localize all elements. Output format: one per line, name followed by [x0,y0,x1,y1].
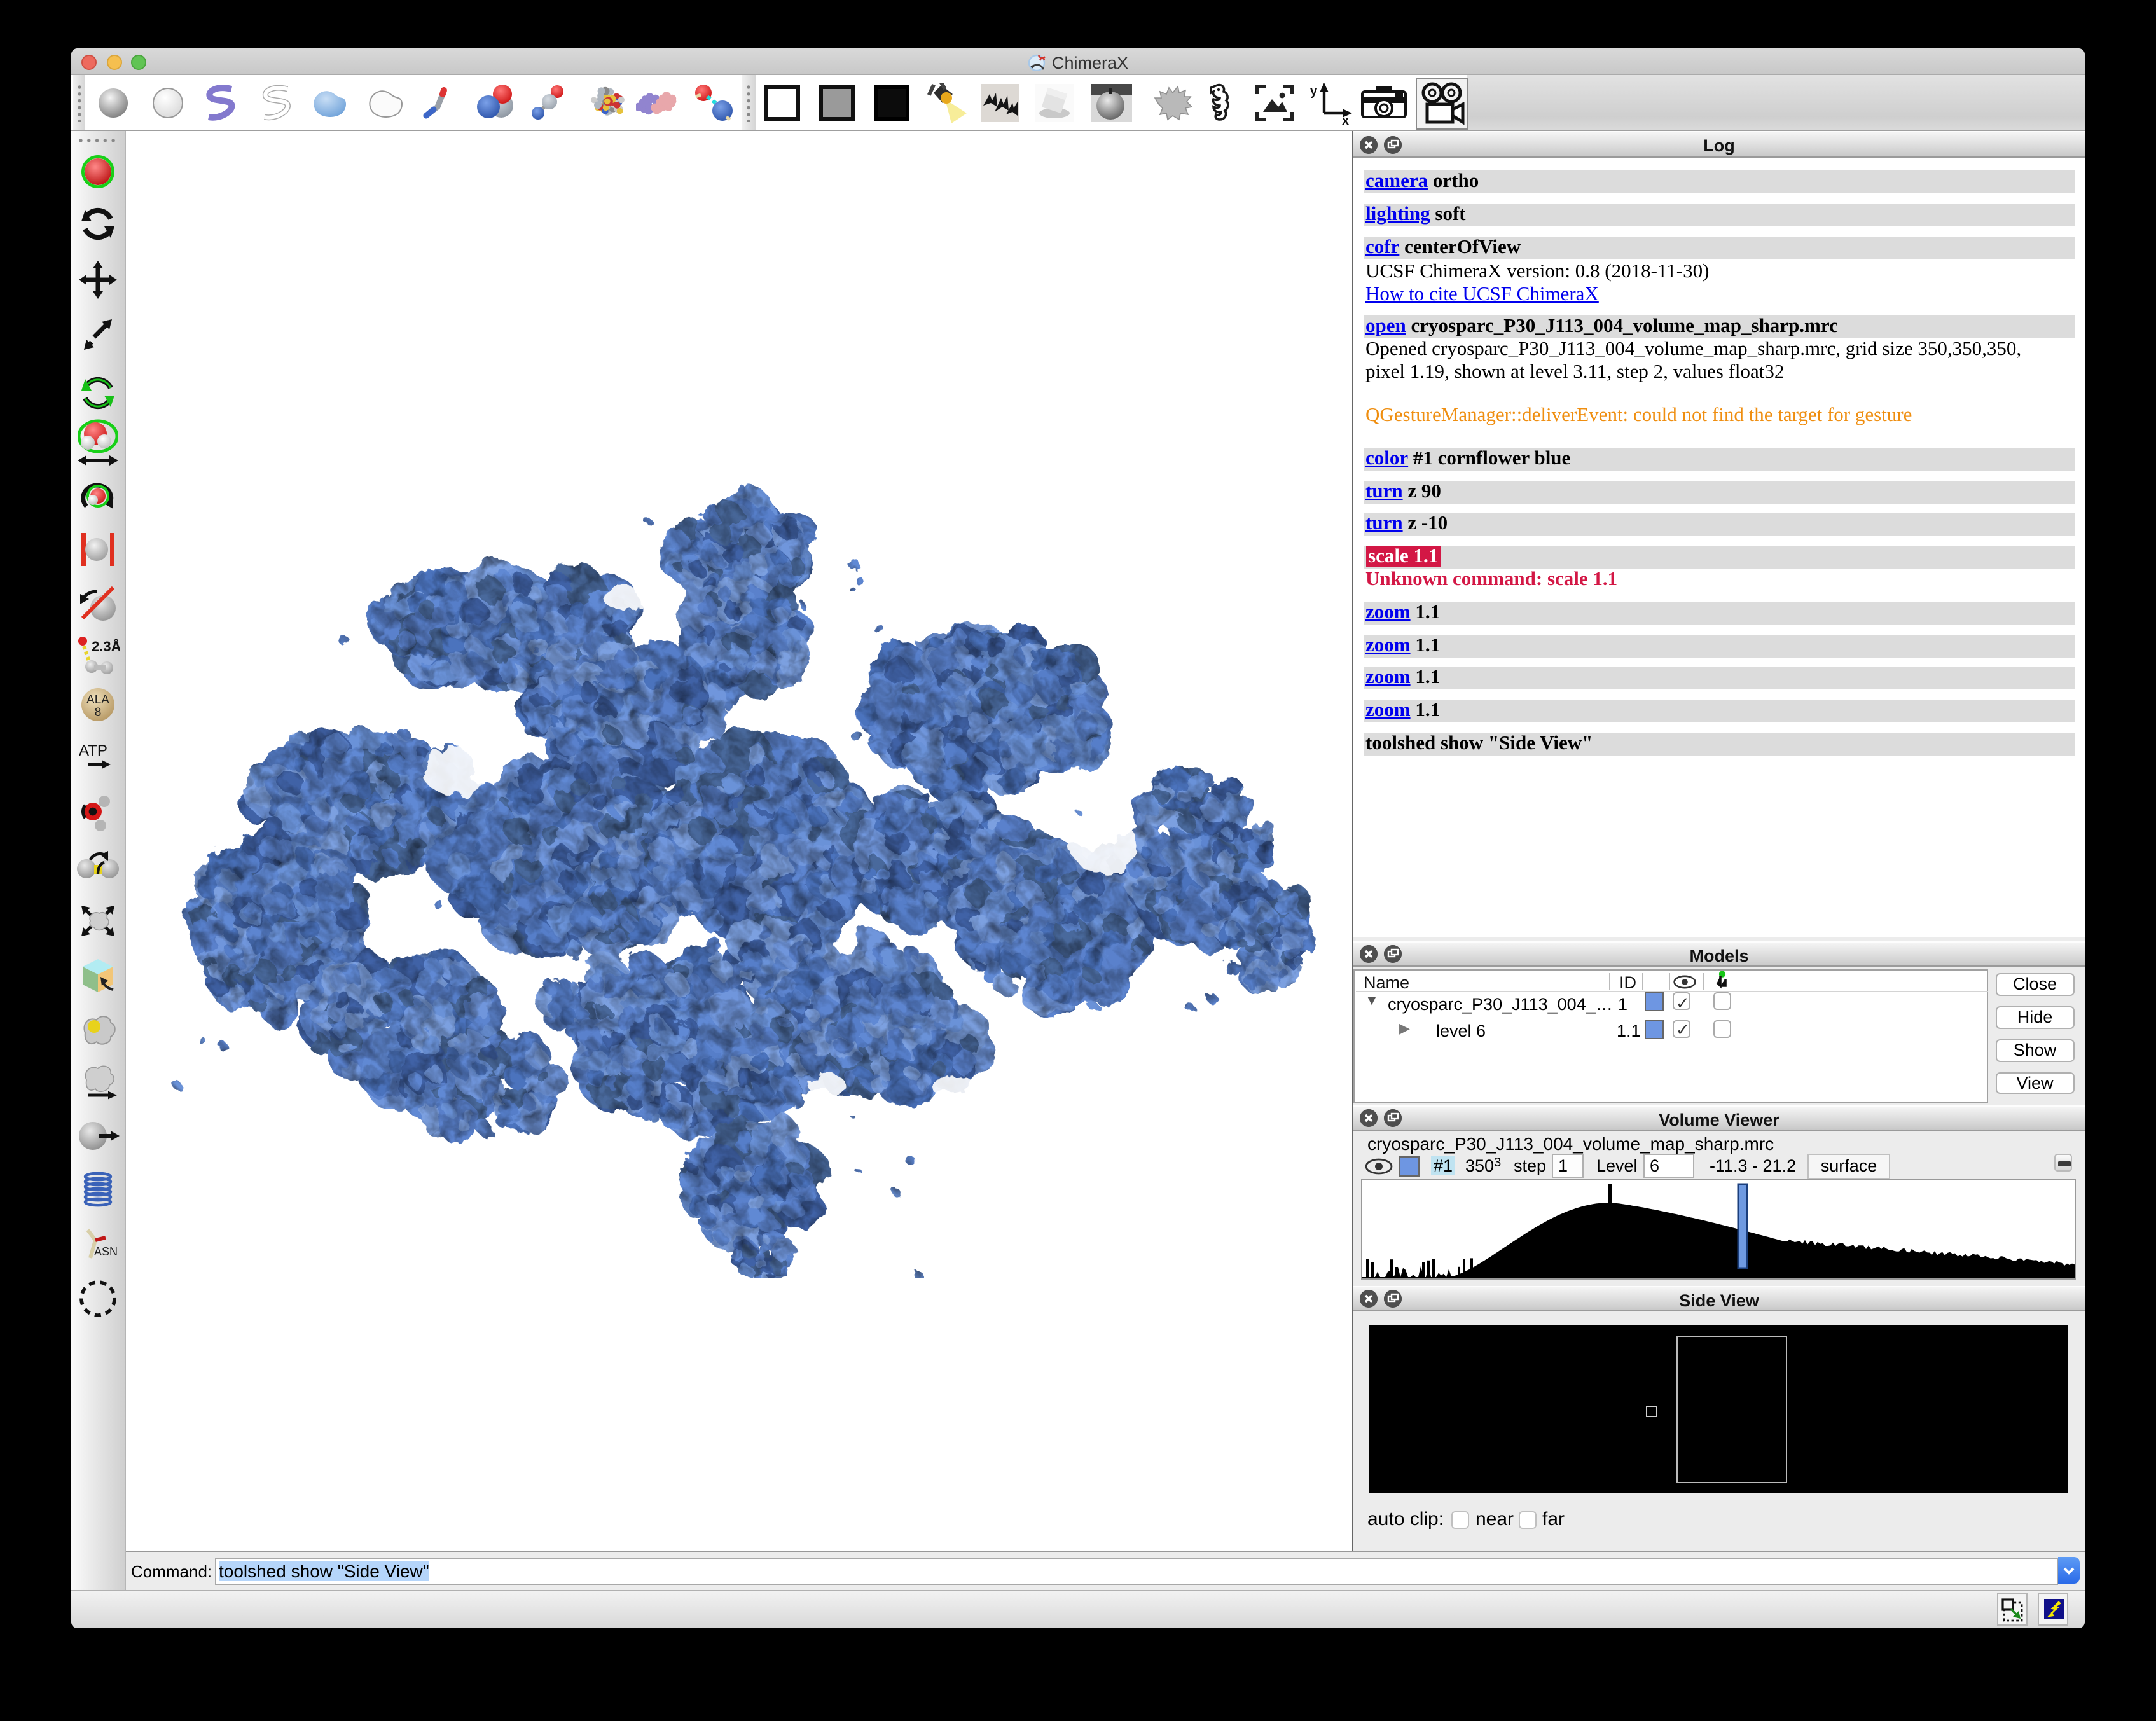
svg-text:x: x [1342,114,1349,125]
svg-text:ATP: ATP [79,742,108,759]
svg-text:2.3Å: 2.3Å [92,637,120,654]
svg-text:y: y [1310,85,1318,99]
svg-text:ALA: ALA [87,693,110,706]
svg-text:8: 8 [95,705,102,719]
svg-text:ASN: ASN [95,1245,118,1257]
